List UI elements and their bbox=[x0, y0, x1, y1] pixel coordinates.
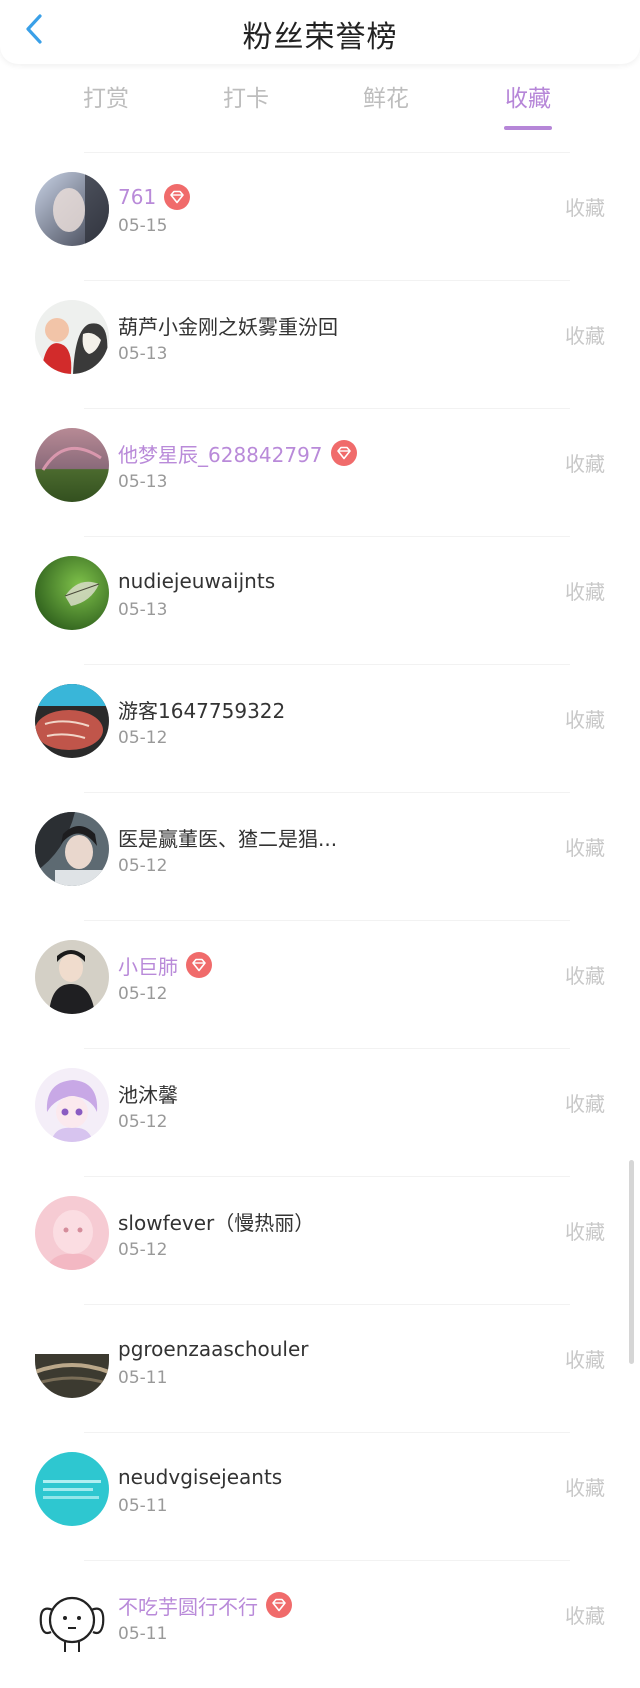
name-line: pgroenzaaschouler bbox=[118, 1334, 309, 1364]
fan-name[interactable]: neudvgisejeants bbox=[118, 1465, 282, 1489]
favorite-label: 收藏 bbox=[565, 580, 605, 604]
avatar[interactable] bbox=[35, 1068, 109, 1142]
vip-diamond-icon bbox=[266, 1592, 292, 1618]
avatar[interactable] bbox=[35, 1196, 109, 1270]
favorite-label: 收藏 bbox=[565, 1092, 605, 1116]
name-line: 761 bbox=[118, 182, 191, 212]
avatar[interactable] bbox=[35, 812, 109, 886]
list-item[interactable]: 池沐馨 05-12 收藏 bbox=[0, 1048, 640, 1176]
name-line: 不吃芋圆行不行 bbox=[118, 1590, 292, 1620]
fan-date: 05-11 bbox=[118, 1624, 168, 1644]
fan-name[interactable]: pgroenzaaschouler bbox=[118, 1337, 309, 1361]
name-line: neudvgisejeants bbox=[118, 1462, 282, 1492]
fan-date: 05-12 bbox=[118, 1240, 168, 1260]
list-item[interactable]: 不吃芋圆行不行 05-11 收藏 bbox=[0, 1560, 640, 1688]
list-item[interactable]: 他梦星辰_628842797 05-13 收藏 bbox=[0, 408, 640, 536]
scrollbar[interactable] bbox=[629, 1160, 634, 1364]
fan-date: 05-12 bbox=[118, 984, 168, 1004]
vip-diamond-icon bbox=[330, 440, 357, 466]
fan-date: 05-15 bbox=[118, 216, 168, 236]
list-item[interactable]: 小巨肺 05-12 收藏 bbox=[0, 920, 640, 1048]
list-item[interactable]: 761 05-15 收藏 bbox=[0, 152, 640, 280]
fan-name[interactable]: 医是赢董医、猹二是猖... bbox=[118, 823, 337, 852]
vip-diamond-icon bbox=[186, 952, 212, 978]
avatar[interactable] bbox=[35, 172, 109, 246]
fan-name[interactable]: nudiejeuwaijnts bbox=[118, 569, 275, 593]
tab-favorites-label: 收藏 bbox=[505, 86, 551, 112]
avatar[interactable] bbox=[35, 556, 109, 630]
fan-name[interactable]: 葫芦小金刚之妖雾重汾回 bbox=[118, 311, 338, 340]
name-line: 葫芦小金刚之妖雾重汾回 bbox=[118, 310, 338, 340]
page-title: 粉丝荣誉榜 bbox=[242, 20, 398, 55]
fan-name[interactable]: 小巨肺 bbox=[118, 951, 178, 980]
fan-date: 05-13 bbox=[118, 600, 168, 620]
name-line: 医是赢董医、猹二是猖... bbox=[118, 822, 337, 852]
vip-diamond-icon bbox=[164, 184, 191, 210]
fan-name[interactable]: 他梦星辰_628842797 bbox=[118, 439, 323, 468]
favorite-label: 收藏 bbox=[565, 324, 605, 348]
fan-date: 05-13 bbox=[118, 472, 168, 492]
header-bar: 粉丝荣誉榜 bbox=[0, 0, 640, 64]
tab-favorites[interactable]: 收藏 bbox=[468, 84, 588, 130]
name-line: 游客1647759322 bbox=[118, 694, 285, 724]
favorite-label: 收藏 bbox=[565, 196, 605, 220]
avatar[interactable] bbox=[35, 684, 109, 758]
tab-reward[interactable]: 打赏 bbox=[46, 84, 166, 114]
tab-checkin[interactable]: 打卡 bbox=[186, 84, 306, 114]
avatar[interactable] bbox=[35, 1452, 109, 1526]
fan-name[interactable]: 761 bbox=[118, 185, 156, 209]
list-item[interactable]: slowfever（慢热丽） 05-12 收藏 bbox=[0, 1176, 640, 1304]
favorite-label: 收藏 bbox=[565, 452, 605, 476]
fan-date: 05-12 bbox=[118, 856, 168, 876]
fan-date: 05-11 bbox=[118, 1368, 168, 1388]
favorite-label: 收藏 bbox=[565, 1476, 605, 1500]
tab-flowers[interactable]: 鲜花 bbox=[326, 84, 446, 114]
fan-name[interactable]: 游客1647759322 bbox=[118, 695, 285, 724]
active-tab-indicator bbox=[504, 126, 552, 130]
tab-bar: 打赏 打卡 鲜花 收藏 bbox=[0, 76, 640, 136]
name-line: nudiejeuwaijnts bbox=[118, 566, 275, 596]
fan-date: 05-13 bbox=[118, 344, 168, 364]
favorite-label: 收藏 bbox=[565, 708, 605, 732]
avatar[interactable] bbox=[35, 428, 109, 502]
list-item[interactable]: pgroenzaaschouler 05-11 收藏 bbox=[0, 1304, 640, 1432]
name-line: 他梦星辰_628842797 bbox=[118, 438, 357, 468]
fan-name[interactable]: slowfever（慢热丽） bbox=[118, 1207, 314, 1236]
list-item[interactable]: neudvgisejeants 05-11 收藏 bbox=[0, 1432, 640, 1560]
name-line: slowfever（慢热丽） bbox=[118, 1206, 314, 1236]
avatar[interactable] bbox=[35, 940, 109, 1014]
favorite-label: 收藏 bbox=[565, 836, 605, 860]
favorite-label: 收藏 bbox=[565, 1604, 605, 1628]
list-item[interactable]: 医是赢董医、猹二是猖... 05-12 收藏 bbox=[0, 792, 640, 920]
avatar[interactable] bbox=[35, 1354, 109, 1398]
list-item[interactable]: 葫芦小金刚之妖雾重汾回 05-13 收藏 bbox=[0, 280, 640, 408]
fan-date: 05-11 bbox=[118, 1496, 168, 1516]
list-item[interactable]: 游客1647759322 05-12 收藏 bbox=[0, 664, 640, 792]
avatar[interactable] bbox=[35, 1580, 109, 1654]
fan-list: 761 05-15 收藏 葫芦小金刚之妖雾重汾回 05-13 收藏 他梦星辰_6… bbox=[0, 152, 640, 1688]
favorite-label: 收藏 bbox=[565, 964, 605, 988]
name-line: 池沐馨 bbox=[118, 1078, 178, 1108]
favorite-label: 收藏 bbox=[565, 1220, 605, 1244]
favorite-label: 收藏 bbox=[565, 1348, 605, 1372]
fan-date: 05-12 bbox=[118, 728, 168, 748]
avatar[interactable] bbox=[35, 300, 109, 374]
fan-date: 05-12 bbox=[118, 1112, 168, 1132]
name-line: 小巨肺 bbox=[118, 950, 212, 980]
fan-name[interactable]: 不吃芋圆行不行 bbox=[118, 1591, 258, 1620]
fan-name[interactable]: 池沐馨 bbox=[118, 1079, 178, 1108]
list-item[interactable]: nudiejeuwaijnts 05-13 收藏 bbox=[0, 536, 640, 664]
